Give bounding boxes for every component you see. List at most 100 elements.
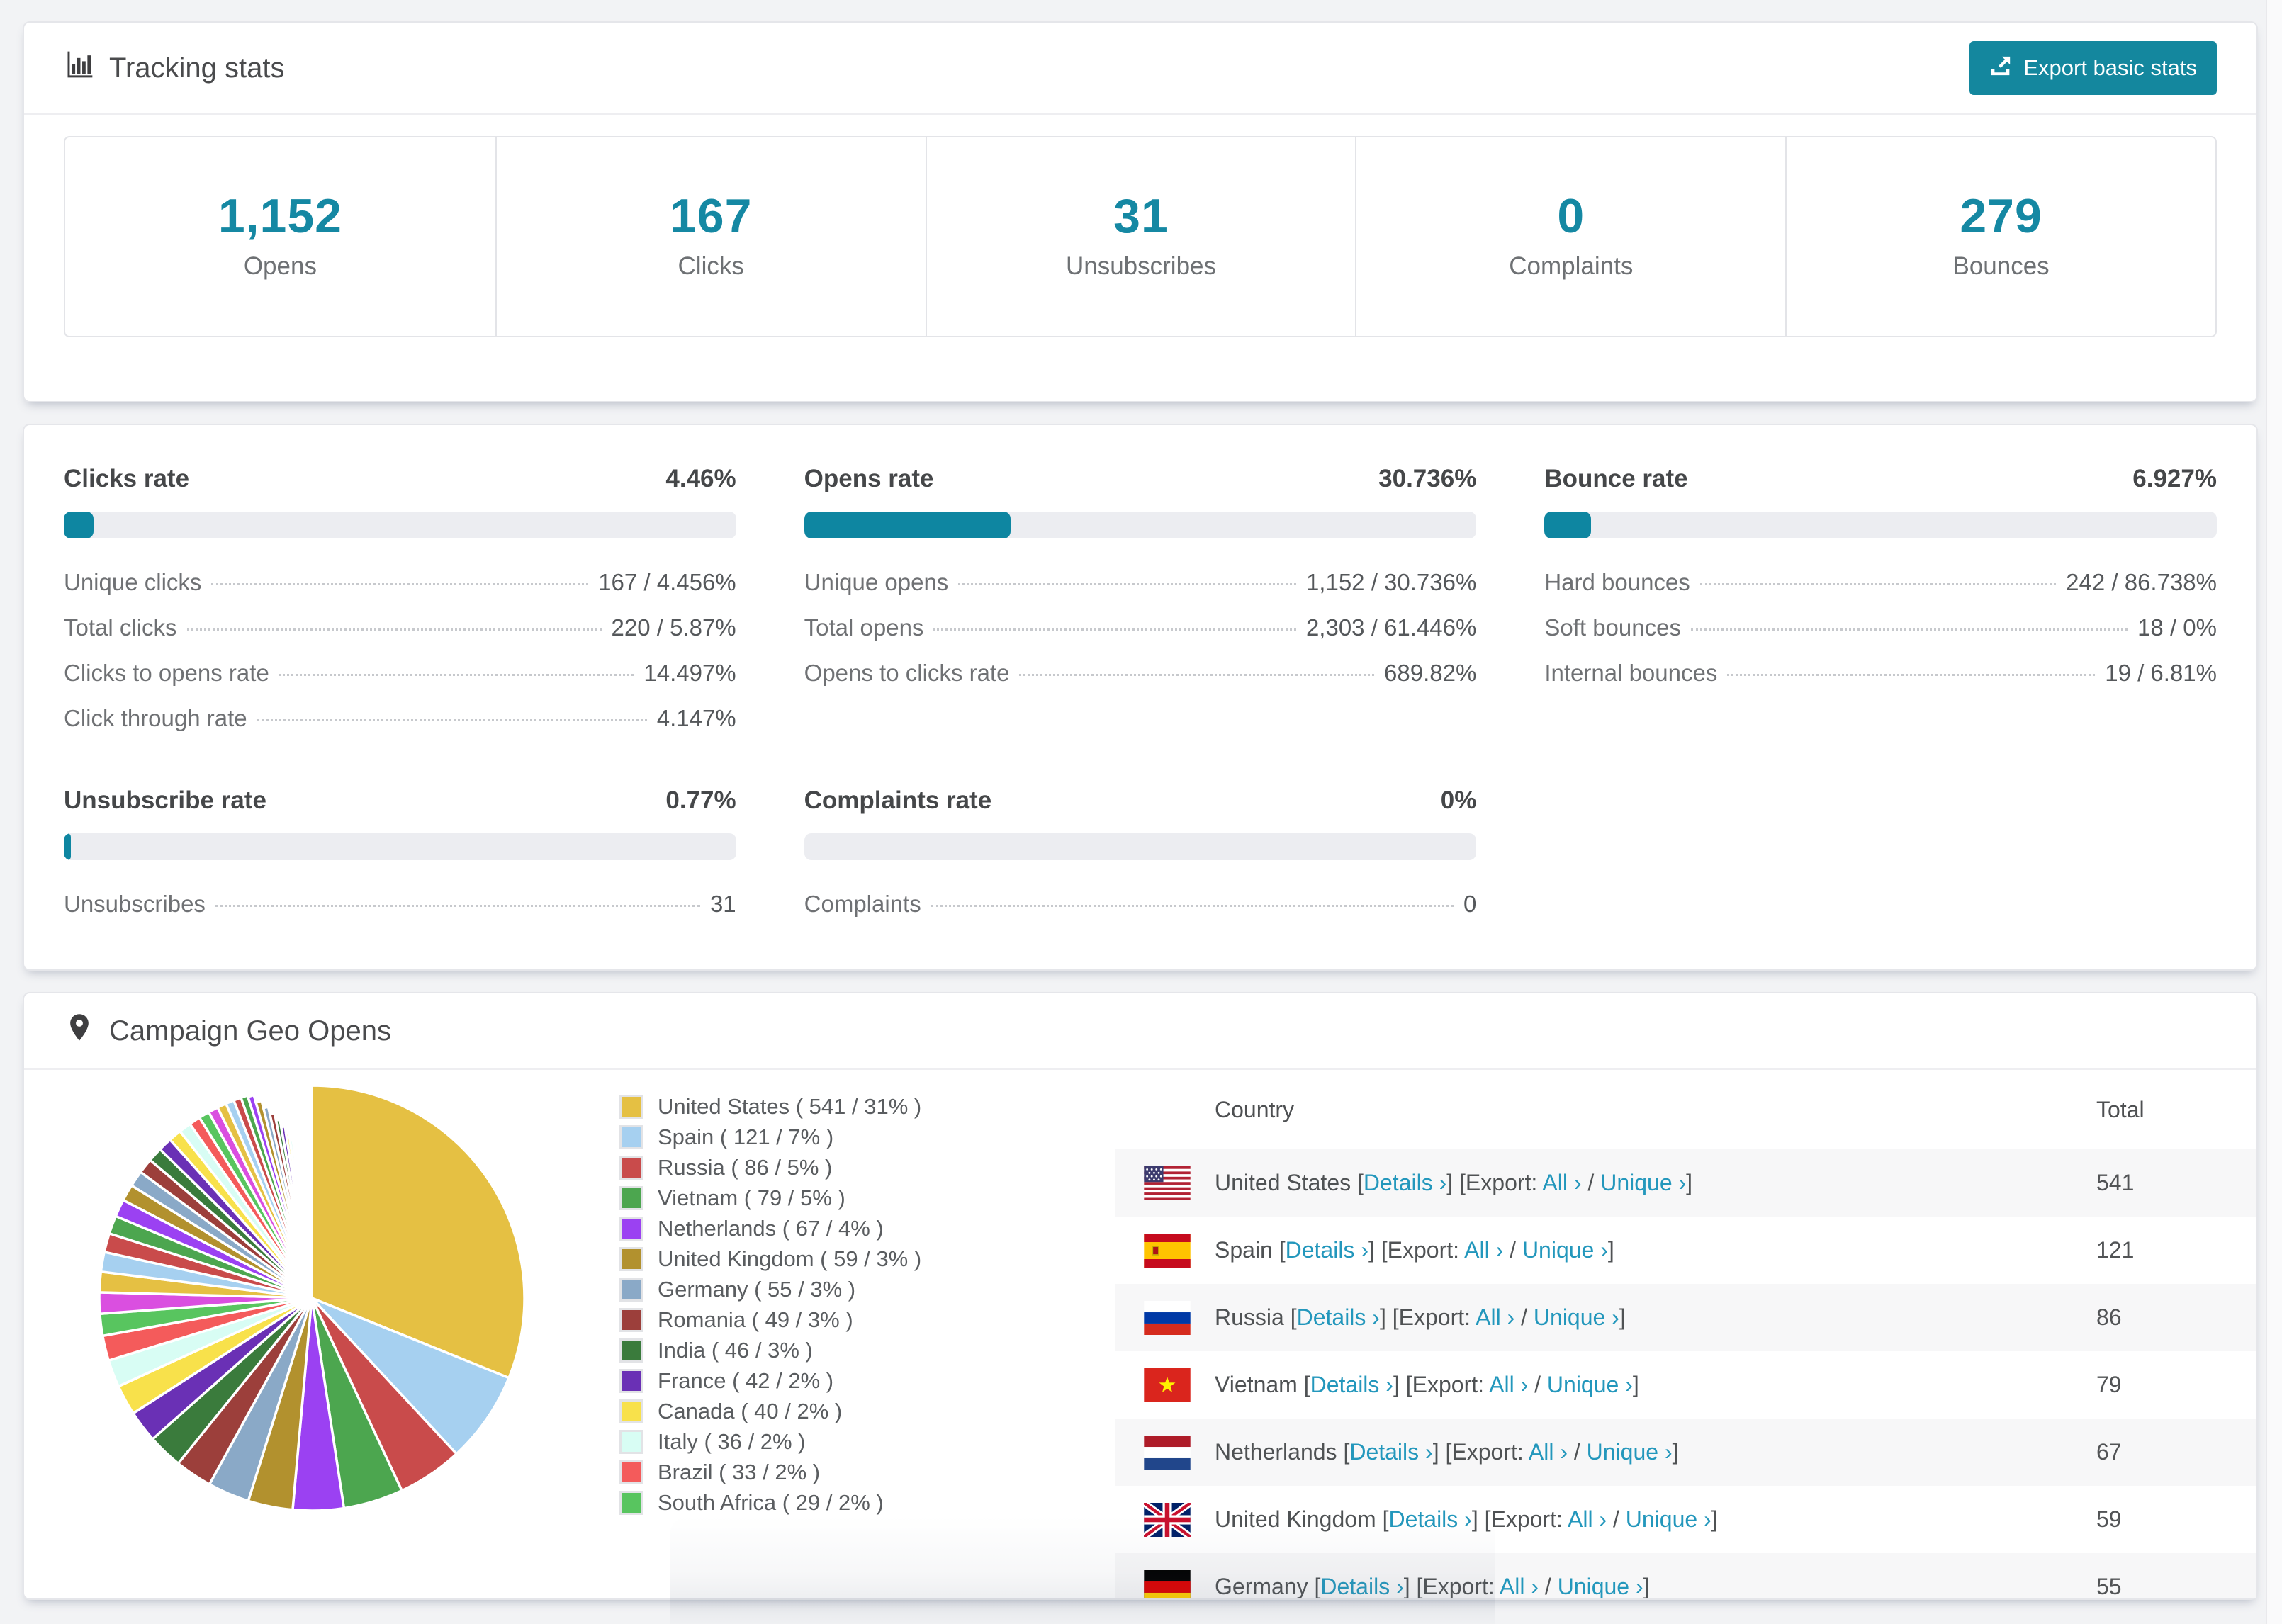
legend-item: Netherlands ( 67 / 4% ): [619, 1213, 1115, 1244]
geo-title: Campaign Geo Opens: [64, 1012, 391, 1050]
clicks-rate-progressbar: [64, 512, 736, 538]
export-basic-stats-button[interactable]: Export basic stats: [1969, 41, 2217, 95]
tracking-stats-card: Tracking stats Export basic stats 1,152 …: [23, 21, 2258, 402]
legend-swatch: [619, 1124, 643, 1149]
legend-label: Netherlands ( 67 / 4% ): [658, 1215, 884, 1241]
details-link[interactable]: Details ›: [1388, 1506, 1471, 1532]
details-link[interactable]: Details ›: [1349, 1439, 1432, 1465]
bracket: /: [1514, 1304, 1534, 1330]
complaints-rate-block: Complaints rate 0% Complaints 0: [804, 786, 1477, 927]
geo-table-header: Country Total: [1115, 1070, 2256, 1149]
geo-total-cell: 59: [2096, 1506, 2122, 1532]
export-all-link[interactable]: All ›: [1476, 1304, 1514, 1330]
stat-row-value: 31: [709, 891, 736, 917]
geo-country-cell: Russia [Details ›] [Export: All › / Uniq…: [1215, 1304, 2096, 1331]
bracket: /: [1567, 1439, 1587, 1465]
stat-row: Opens to clicks rate 689.82%: [804, 650, 1477, 696]
dotted-leader: [279, 674, 634, 676]
stat-row: Unique opens 1,152 / 30.736%: [804, 560, 1477, 605]
complaints-rate-progressbar: [804, 833, 1477, 860]
legend-item: Russia ( 86 / 5% ): [619, 1152, 1115, 1183]
export-unique-link[interactable]: Unique ›: [1587, 1439, 1673, 1465]
geo-table-row: Vietnam [Details ›] [Export: All › / Uni…: [1115, 1351, 2256, 1419]
geo-pie-chart: [24, 1070, 619, 1598]
export-unique-link[interactable]: Unique ›: [1522, 1237, 1608, 1263]
geo-country-cell: United Kingdom [Details ›] [Export: All …: [1215, 1506, 2096, 1533]
stat-row: Internal bounces 19 / 6.81%: [1544, 650, 2217, 696]
dotted-leader: [186, 628, 602, 631]
country-name: Spain: [1215, 1237, 1279, 1263]
bracket: [: [1278, 1237, 1286, 1263]
tracking-stats-header: Tracking stats Export basic stats: [24, 23, 2256, 115]
section-title: Campaign Geo Opens: [109, 1015, 392, 1047]
rates-card: Clicks rate 4.46% Unique clicks 167 / 4.4…: [23, 424, 2258, 971]
legend-label: Russia ( 86 / 5% ): [658, 1154, 833, 1180]
export-icon: [1989, 53, 2013, 83]
bracket: [: [1303, 1372, 1310, 1397]
geo-country-cell: Spain [Details ›] [Export: All › / Uniqu…: [1215, 1237, 2096, 1263]
tracking-stats-body: 1,152 Opens 167 Clicks 31 Unsubscribes 0…: [24, 115, 2256, 401]
clicks-rate-block: Clicks rate 4.46% Unique clicks 167 / 4.4…: [64, 465, 736, 741]
geo-country-cell: Netherlands [Details ›] [Export: All › /…: [1215, 1439, 2096, 1465]
details-link[interactable]: Details ›: [1286, 1237, 1368, 1263]
export-unique-link[interactable]: Unique ›: [1558, 1574, 1643, 1598]
export-unique-link[interactable]: Unique ›: [1600, 1170, 1686, 1195]
us-flag-icon: [1144, 1166, 1191, 1200]
details-link[interactable]: Details ›: [1364, 1170, 1446, 1195]
export-all-link[interactable]: All ›: [1489, 1372, 1528, 1397]
dotted-leader: [931, 905, 1454, 907]
geo-total-cell: 79: [2096, 1372, 2122, 1397]
opens-rate-progressbar: [804, 512, 1477, 538]
bounce-rate-progressbar: [1544, 512, 2217, 538]
dotted-leader: [958, 583, 1296, 585]
es-flag-icon: [1144, 1233, 1191, 1268]
stat-row-label: Internal bounces: [1544, 660, 1718, 686]
bracket: ]: [1672, 1439, 1679, 1465]
stat-row: Total clicks 220 / 5.87%: [64, 605, 736, 650]
export-unique-link[interactable]: Unique ›: [1626, 1506, 1712, 1532]
dotted-leader: [215, 905, 700, 907]
details-link[interactable]: Details ›: [1320, 1574, 1403, 1598]
stat-row-value: 689.82%: [1384, 660, 1477, 686]
details-link[interactable]: Details ›: [1310, 1372, 1393, 1397]
stat-row-label: Total opens: [804, 614, 924, 641]
geo-table-row: Spain [Details ›] [Export: All › / Uniqu…: [1115, 1217, 2256, 1284]
export-all-link[interactable]: All ›: [1529, 1439, 1568, 1465]
geo-total-cell: 67: [2096, 1439, 2122, 1465]
legend-item: Brazil ( 33 / 2% ): [619, 1457, 1115, 1487]
bracket: ] [Export:: [1393, 1372, 1490, 1397]
de-flag-icon: [1144, 1569, 1191, 1598]
stat-row: Complaints 0: [804, 881, 1477, 927]
uk-flag-icon: [1144, 1502, 1191, 1537]
stat-row-label: Unsubscribes: [64, 891, 206, 917]
export-unique-link[interactable]: Unique ›: [1547, 1372, 1633, 1397]
geo-table-row: Germany [Details ›] [Export: All › / Uni…: [1115, 1553, 2256, 1598]
bracket: /: [1503, 1237, 1522, 1263]
stat-unsubscribes: 31 Unsubscribes: [925, 137, 1356, 336]
export-all-link[interactable]: All ›: [1568, 1506, 1607, 1532]
dotted-leader: [1727, 674, 2096, 676]
legend-swatch: [619, 1368, 643, 1393]
stat-row-label: Complaints: [804, 891, 921, 917]
bracket: ] [Export:: [1432, 1439, 1529, 1465]
export-all-link[interactable]: All ›: [1500, 1574, 1539, 1598]
legend-swatch: [619, 1338, 643, 1363]
legend-swatch: [619, 1155, 643, 1180]
bracket: ]: [1711, 1506, 1718, 1532]
export-all-link[interactable]: All ›: [1542, 1170, 1581, 1195]
stat-row: Unique clicks 167 / 4.456%: [64, 560, 736, 605]
export-unique-link[interactable]: Unique ›: [1534, 1304, 1619, 1330]
export-all-link[interactable]: All ›: [1464, 1237, 1503, 1263]
stat-row-label: Unique opens: [804, 569, 949, 595]
details-link[interactable]: Details ›: [1297, 1304, 1380, 1330]
stats-summary: 1,152 Opens 167 Clicks 31 Unsubscribes 0…: [64, 136, 2217, 337]
dotted-leader: [1690, 628, 2128, 631]
scrollbar-track[interactable]: [2266, 0, 2282, 1624]
bracket: ]: [1632, 1372, 1639, 1397]
rates-grid: Clicks rate 4.46% Unique clicks 167 / 4.4…: [24, 425, 2256, 969]
stat-row-label: Unique clicks: [64, 569, 202, 595]
legend-label: Italy ( 36 / 2% ): [658, 1428, 806, 1454]
bracket: ] [Export:: [1446, 1170, 1543, 1195]
legend-label: Romania ( 49 / 3% ): [658, 1307, 853, 1332]
dotted-leader: [1019, 674, 1375, 676]
